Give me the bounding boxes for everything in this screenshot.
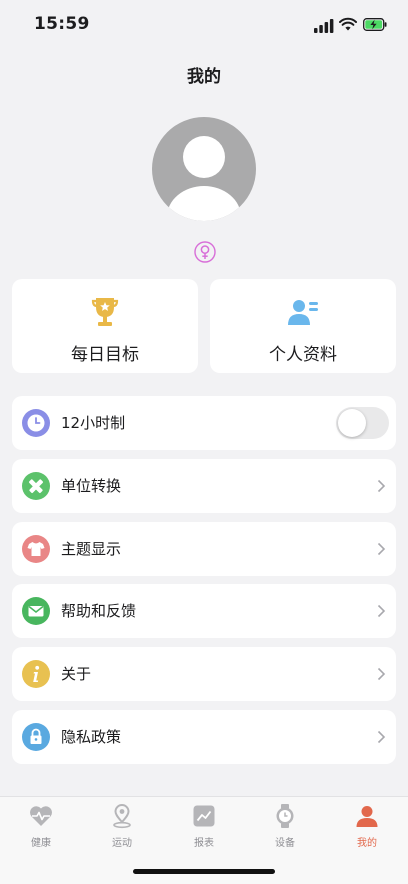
female-symbol-icon[interactable] <box>194 241 216 263</box>
tab-mine[interactable]: 我的 <box>337 803 397 853</box>
ruler-pencil-icon <box>22 472 50 500</box>
home-indicator <box>133 869 275 874</box>
unit-conversion-row[interactable]: 单位转换 <box>12 459 396 513</box>
user-card-icon <box>288 300 318 325</box>
trophy-icon <box>91 298 119 326</box>
lock-icon <box>22 723 50 751</box>
battery-charging-icon <box>363 18 387 31</box>
location-pin-icon <box>113 804 131 829</box>
help-feedback-label: 帮助和反馈 <box>61 602 137 620</box>
clock-icon <box>22 409 50 437</box>
cellular-signal-icon <box>314 19 334 33</box>
profile-info-card[interactable]: 个人资料 <box>210 279 396 373</box>
tab-sport[interactable]: 运动 <box>92 803 152 853</box>
tab-mine-label: 我的 <box>357 838 377 849</box>
watch-icon <box>276 804 294 828</box>
tab-sport-label: 运动 <box>112 838 132 849</box>
time-format-toggle[interactable] <box>336 407 389 439</box>
daily-goal-label: 每日目标 <box>71 345 139 365</box>
wifi-icon <box>339 17 357 31</box>
tab-device-label: 设备 <box>275 838 295 849</box>
chevron-right-icon <box>377 604 386 618</box>
privacy-policy-label: 隐私政策 <box>61 728 122 746</box>
person-icon <box>356 806 378 827</box>
help-feedback-row[interactable]: 帮助和反馈 <box>12 584 396 638</box>
heart-pulse-icon <box>30 806 52 826</box>
shirt-icon <box>22 535 50 563</box>
tab-health[interactable]: 健康 <box>11 803 71 853</box>
tab-report-label: 报表 <box>194 838 214 849</box>
time-format-label: 12小时制 <box>61 414 126 432</box>
privacy-policy-row[interactable]: 隐私政策 <box>12 710 396 764</box>
status-time: 15:59 <box>34 14 90 34</box>
status-bar: 15:59 <box>0 0 408 52</box>
tab-device[interactable]: 设备 <box>255 803 315 853</box>
toggle-knob <box>338 409 366 437</box>
about-label: 关于 <box>61 665 92 683</box>
about-row[interactable]: 关于 <box>12 647 396 701</box>
profile-info-label: 个人资料 <box>269 345 337 365</box>
unit-conversion-label: 单位转换 <box>61 477 122 495</box>
tab-report[interactable]: 报表 <box>174 803 234 853</box>
default-avatar-icon <box>167 136 241 221</box>
page-title: 我的 <box>187 67 221 87</box>
mail-icon <box>22 597 50 625</box>
chevron-right-icon <box>377 542 386 556</box>
tab-health-label: 健康 <box>31 838 51 849</box>
daily-goal-card[interactable]: 每日目标 <box>12 279 198 373</box>
theme-row[interactable]: 主题显示 <box>12 522 396 576</box>
time-format-row: 12小时制 <box>12 396 396 450</box>
avatar[interactable] <box>152 117 256 221</box>
chevron-right-icon <box>377 667 386 681</box>
chevron-right-icon <box>377 730 386 744</box>
chevron-right-icon <box>377 479 386 493</box>
theme-label: 主题显示 <box>61 540 122 558</box>
info-icon <box>22 660 50 688</box>
chart-icon <box>193 805 215 827</box>
